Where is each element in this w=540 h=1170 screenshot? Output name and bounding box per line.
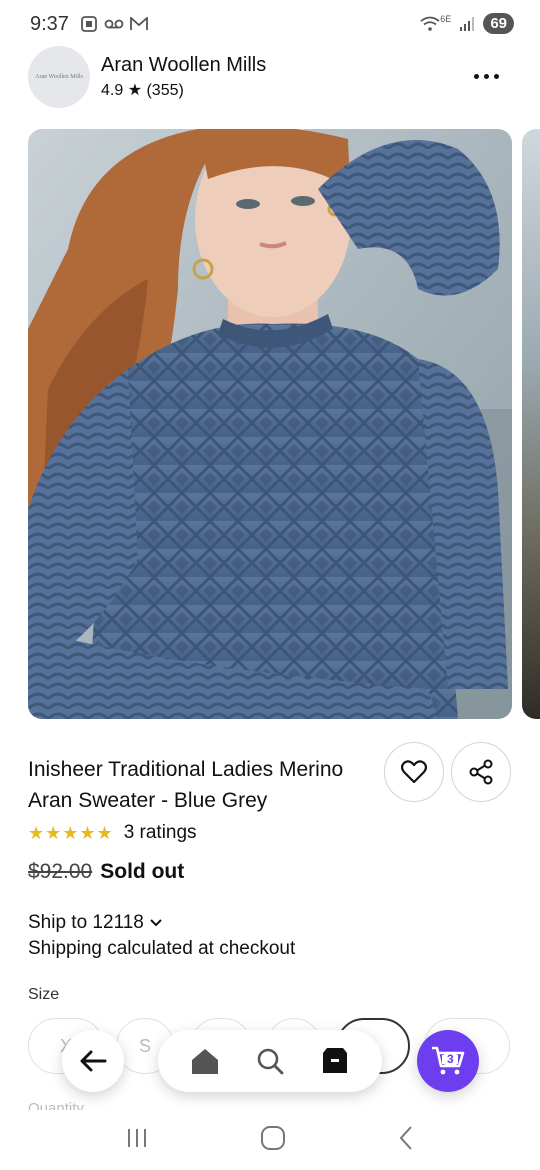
status-bar: 9:37 6E 69 xyxy=(0,0,540,48)
ratings-count[interactable]: 3 ratings xyxy=(124,822,197,844)
product-photo-image xyxy=(28,129,512,719)
heart-icon xyxy=(401,760,427,784)
product-rating-row[interactable]: ★★★★★ 3 ratings xyxy=(28,822,197,844)
battery-indicator: 69 xyxy=(483,13,514,34)
shop-logo[interactable]: Aran Woollen Mills xyxy=(28,46,90,108)
share-button[interactable] xyxy=(451,742,511,802)
shop-logo-text: Aran Woollen Mills xyxy=(35,73,83,80)
ship-to-selector[interactable]: Ship to 12118 xyxy=(28,912,162,934)
shop-rating: 4.9 ★ (355) xyxy=(101,82,184,99)
gmail-icon xyxy=(130,17,148,30)
rating-stars: ★★★★★ xyxy=(28,822,114,843)
more-icon xyxy=(473,73,479,79)
voicemail-icon xyxy=(104,19,124,29)
shipping-note: Shipping calculated at checkout xyxy=(28,938,296,959)
price-row: $92.00 Sold out xyxy=(28,860,184,884)
product-photo[interactable] xyxy=(28,129,512,719)
favorite-button[interactable] xyxy=(384,742,444,802)
network-type: 6E xyxy=(440,13,452,24)
sold-out-label: Sold out xyxy=(100,860,185,883)
more-icon-dot xyxy=(483,73,489,79)
bottom-nav xyxy=(158,1030,382,1092)
shop-name[interactable]: Aran Woollen Mills xyxy=(101,54,266,77)
product-title: Inisheer Traditional Ladies Merino Aran … xyxy=(28,758,344,812)
more-options-button[interactable] xyxy=(466,64,506,88)
home-system-button[interactable] xyxy=(260,1125,286,1156)
more-icon-dot xyxy=(493,73,499,79)
nav-search-button[interactable] xyxy=(250,1041,290,1081)
share-icon xyxy=(469,759,493,785)
original-price: $92.00 xyxy=(28,860,93,883)
arrow-left-icon xyxy=(80,1050,107,1072)
chevron-down-icon xyxy=(150,919,162,927)
cart-count-badge: 3 xyxy=(444,1052,457,1066)
box-icon xyxy=(323,1048,348,1073)
nav-home-button[interactable] xyxy=(185,1041,225,1081)
nav-orders-button[interactable] xyxy=(315,1041,355,1081)
next-photo-preview[interactable] xyxy=(522,129,540,719)
status-notification-icons xyxy=(80,15,148,33)
chevron-left-icon xyxy=(399,1125,412,1150)
shop-header[interactable]: Aran Woollen Mills Aran Woollen Mills 4.… xyxy=(28,46,512,110)
home-circle-icon xyxy=(260,1125,285,1150)
recent-apps-button[interactable] xyxy=(125,1127,149,1154)
size-label: Size xyxy=(28,986,60,1003)
home-icon xyxy=(191,1049,218,1074)
back-system-button[interactable] xyxy=(397,1125,415,1156)
system-nav-bar xyxy=(0,1110,540,1170)
signal-icon xyxy=(460,16,475,31)
screenshot-icon xyxy=(81,16,97,32)
wifi-icon xyxy=(420,16,440,31)
recent-apps-icon xyxy=(128,1128,147,1147)
ship-to-text[interactable]: Ship to 12118 xyxy=(28,912,144,934)
cart-button[interactable]: 3 xyxy=(417,1030,479,1092)
back-button[interactable] xyxy=(62,1030,124,1092)
search-icon xyxy=(257,1048,284,1075)
size-option-label: S xyxy=(138,1035,151,1056)
status-right: 6E 69 xyxy=(420,13,514,34)
status-time: 9:37 xyxy=(30,13,69,35)
